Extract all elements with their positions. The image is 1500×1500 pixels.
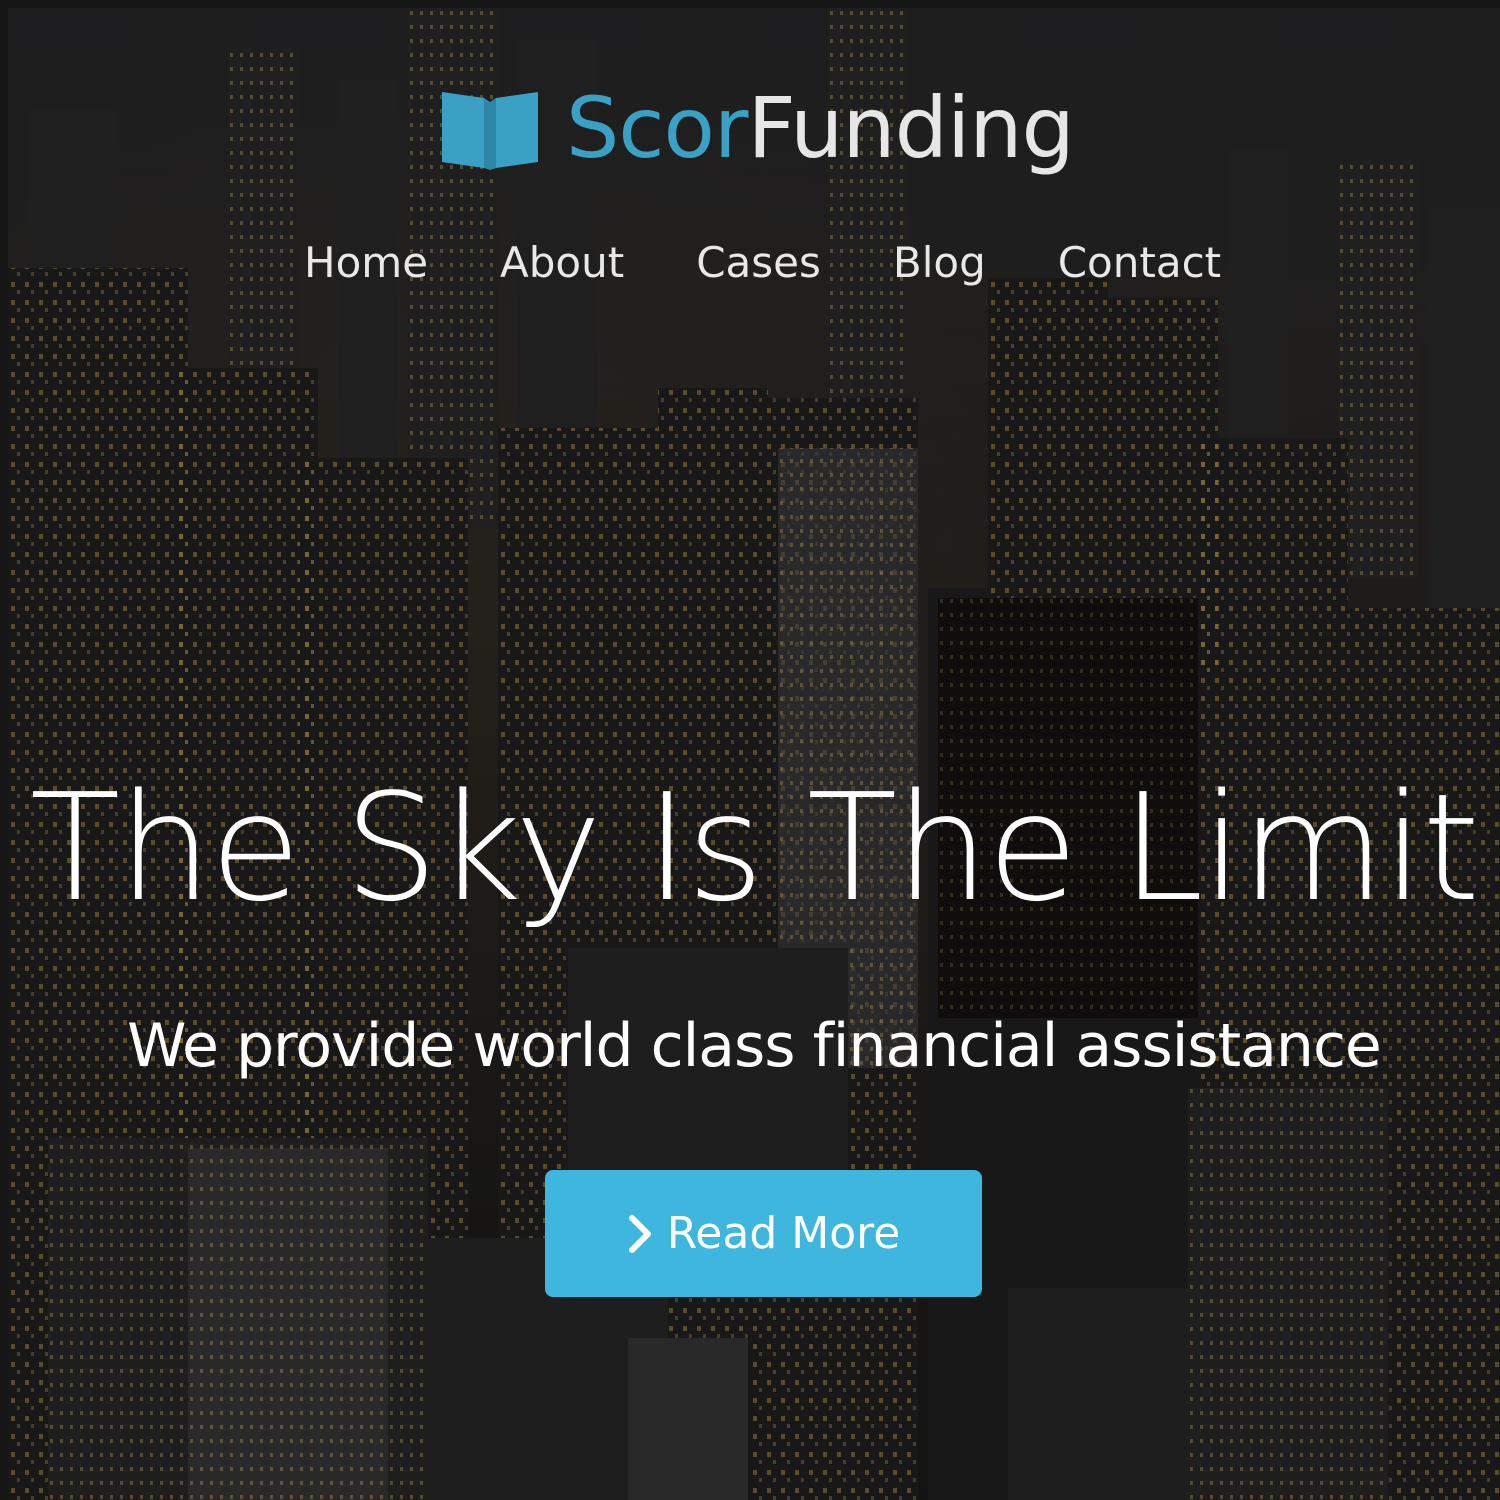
nav-item-blog[interactable]: Blog	[893, 233, 986, 293]
hero-section: ScorFunding Home About Cases Blog Contac…	[8, 8, 1500, 1500]
hero-headline: The Sky Is The Limit	[29, 762, 1480, 934]
brand-name: ScorFunding	[566, 86, 1075, 170]
nav-item-contact[interactable]: Contact	[1058, 233, 1221, 293]
read-more-label: Read More	[666, 1208, 901, 1259]
nav-item-cases[interactable]: Cases	[696, 233, 821, 293]
read-more-button[interactable]: Read More	[545, 1170, 982, 1297]
brand-name-accent: Scor	[566, 79, 748, 177]
brand[interactable]: ScorFunding	[438, 78, 1075, 178]
chevron-right-icon	[628, 1214, 651, 1253]
open-book-icon	[442, 92, 538, 170]
brand-name-rest: Funding	[747, 79, 1074, 177]
nav-item-about[interactable]: About	[500, 233, 624, 293]
hero-subheadline: We provide world class financial assista…	[127, 1011, 1382, 1081]
main-nav: Home About Cases Blog Contact	[304, 233, 1221, 293]
nav-item-home[interactable]: Home	[304, 233, 428, 293]
